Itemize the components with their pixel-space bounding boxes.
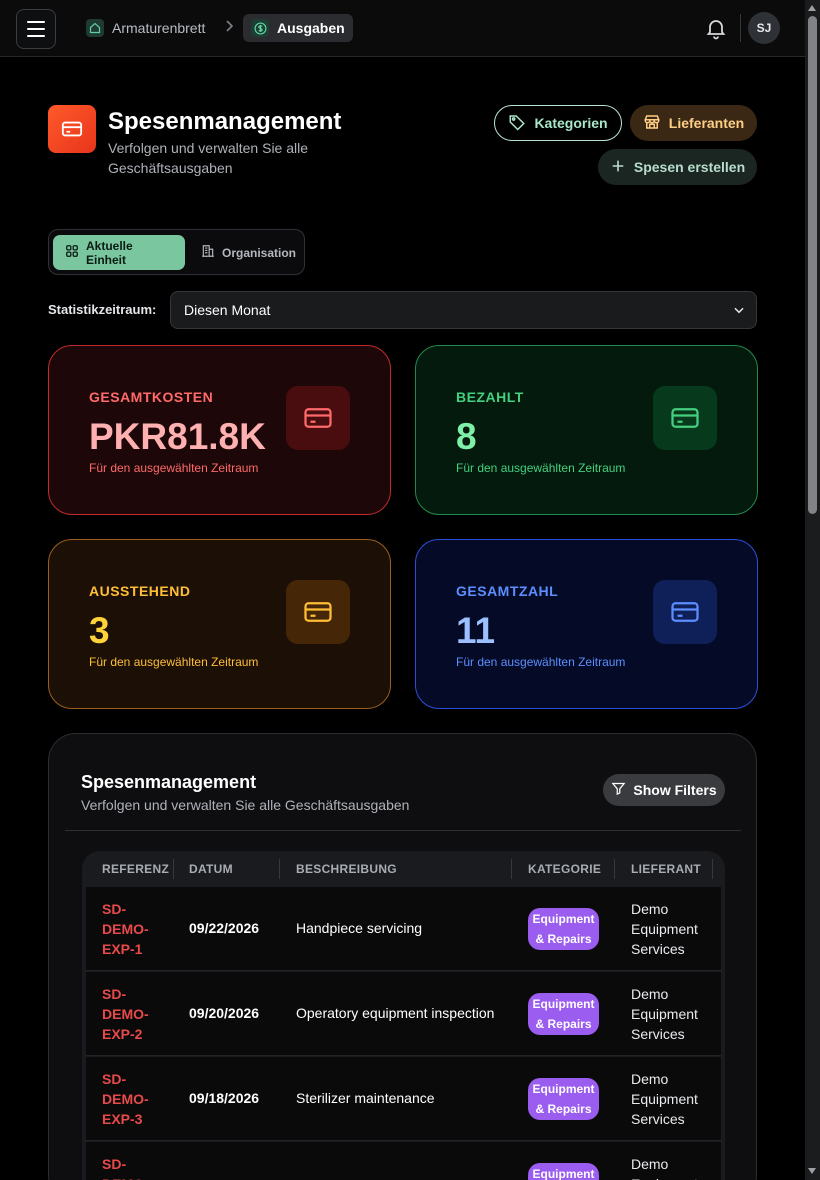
period-select[interactable]: Diesen Monat: [170, 291, 757, 329]
stat-label: BEZAHLT: [456, 389, 524, 405]
bell-icon[interactable]: [704, 16, 728, 40]
stat-caption: Für den ausgewählten Zeitraum: [456, 655, 626, 669]
panel-title: Spesenmanagement: [81, 772, 257, 792]
stat-value: 8: [456, 416, 477, 457]
top-bar: Armaturenbrett Ausgaben SJ: [0, 0, 805, 57]
category-badge: Equipment & Repairs: [528, 993, 599, 1035]
column-header-supplier[interactable]: LIEFERANT: [631, 862, 701, 876]
stat-label: AUSSTEHEND: [89, 583, 191, 599]
expenses-table: REFERENZ DATUM BESCHREIBUNG KATEGORIE LI…: [82, 851, 725, 1180]
period-value: Diesen Monat: [184, 302, 271, 318]
supplier-cell: Demo Equipment Services: [631, 901, 698, 957]
grid-icon: [65, 244, 79, 261]
supplier-cell: Demo Equipment Services: [631, 986, 698, 1042]
reference-cell[interactable]: SD-DEMO-EXP-4: [102, 1154, 162, 1180]
description-cell: Operatory equipment inspection: [296, 1005, 495, 1021]
categories-label: Kategorien: [534, 115, 608, 131]
breadcrumb-dashboard[interactable]: Armaturenbrett: [78, 14, 213, 42]
credit-card-icon: [653, 386, 717, 450]
stat-card-total-count: GESAMTZAHL 11 Für den ausgewählten Zeitr…: [415, 539, 758, 709]
table-row[interactable]: SD-DEMO-EXP-3 09/18/2026 Sterilizer main…: [86, 1057, 721, 1141]
stat-caption: Für den ausgewählten Zeitraum: [456, 461, 626, 475]
chevron-down-icon: [732, 303, 746, 320]
supplier-cell: Demo Equipment Services: [631, 1071, 698, 1127]
column-header-date[interactable]: DATUM: [189, 862, 233, 876]
reference-cell[interactable]: SD-DEMO-EXP-1: [102, 899, 162, 959]
tab-label: Organisation: [222, 245, 297, 260]
hamburger-icon: [27, 21, 45, 23]
date-cell: 09/22/2026: [189, 920, 260, 936]
scroll-thumb[interactable]: [808, 16, 817, 514]
show-filters-label: Show Filters: [633, 782, 717, 798]
reference-cell[interactable]: SD-DEMO-EXP-3: [102, 1069, 162, 1129]
column-header-category[interactable]: KATEGORIE: [528, 862, 601, 876]
description-cell: Handpiece servicing: [296, 920, 423, 936]
table-header: REFERENZ DATUM BESCHREIBUNG KATEGORIE LI…: [82, 851, 725, 887]
page-title: Spesenmanagement: [108, 108, 342, 135]
period-label: Statistikzeitraum:: [48, 302, 157, 317]
scope-toggle: Aktuelle Einheit Organisation: [48, 229, 305, 275]
category-badge: Equipment & Repairs: [528, 1163, 599, 1180]
tab-current-unit[interactable]: Aktuelle Einheit: [53, 235, 185, 270]
table-row[interactable]: SD-DEMO-EXP-4 Equipment & Repairs Demo E…: [86, 1142, 721, 1180]
supplier-cell: Demo Equipment Services: [631, 1156, 698, 1180]
show-filters-button[interactable]: Show Filters: [603, 774, 725, 806]
scroll-down-arrow-icon[interactable]: [808, 1168, 816, 1174]
stat-caption: Für den ausgewählten Zeitraum: [89, 461, 259, 475]
date-cell: 09/18/2026: [189, 1090, 260, 1106]
stat-card-pending: AUSSTEHEND 3 Für den ausgewählten Zeitra…: [48, 539, 391, 709]
stat-value: 11: [456, 610, 496, 651]
create-expense-button[interactable]: Spesen erstellen: [598, 149, 757, 185]
category-badge: Equipment & Repairs: [528, 1078, 599, 1120]
dollar-circle-icon: [251, 19, 269, 37]
building-icon: [201, 244, 215, 261]
plus-icon: [610, 158, 626, 177]
menu-button[interactable]: [16, 9, 56, 49]
category-badge: Equipment & Repairs: [528, 908, 599, 950]
filter-icon: [611, 781, 626, 799]
credit-card-icon: [48, 105, 96, 153]
date-cell: 09/20/2026: [189, 1005, 260, 1021]
suppliers-button[interactable]: Lieferanten: [630, 105, 757, 141]
stat-card-total-cost: GESAMTKOSTEN PKR81.8K Für den ausgewählt…: [48, 345, 391, 515]
scrollbar[interactable]: [805, 0, 820, 1180]
stat-value: PKR81.8K: [89, 416, 266, 457]
stat-caption: Für den ausgewählten Zeitraum: [89, 655, 259, 669]
avatar[interactable]: SJ: [748, 12, 780, 44]
categories-button[interactable]: Kategorien: [494, 105, 622, 141]
suppliers-label: Lieferanten: [668, 115, 745, 131]
create-expense-label: Spesen erstellen: [633, 159, 746, 175]
table-row[interactable]: SD-DEMO-EXP-1 09/22/2026 Handpiece servi…: [86, 887, 721, 971]
divider: [740, 14, 741, 42]
breadcrumb-expenses[interactable]: Ausgaben: [243, 14, 353, 42]
stat-label: GESAMTZAHL: [456, 583, 559, 599]
description-cell: Sterilizer maintenance: [296, 1090, 435, 1106]
tag-icon: [508, 113, 526, 134]
stat-value: 3: [89, 610, 110, 651]
expenses-panel: Spesenmanagement Verfolgen und verwalten…: [48, 733, 757, 1180]
credit-card-icon: [653, 580, 717, 644]
tab-label: Aktuelle Einheit: [86, 238, 133, 267]
column-header-description[interactable]: BESCHREIBUNG: [296, 862, 397, 876]
reference-cell[interactable]: SD-DEMO-EXP-2: [102, 984, 162, 1044]
breadcrumb-label: Ausgaben: [277, 20, 345, 36]
stat-card-paid: BEZAHLT 8 Für den ausgewählten Zeitraum: [415, 345, 758, 515]
scroll-up-arrow-icon[interactable]: [808, 5, 816, 11]
tab-organisation[interactable]: Organisation: [189, 235, 308, 270]
table-row[interactable]: SD-DEMO-EXP-2 09/20/2026 Operatory equip…: [86, 972, 721, 1056]
breadcrumb-label: Armaturenbrett: [112, 20, 206, 36]
stat-label: GESAMTKOSTEN: [89, 389, 214, 405]
store-icon: [643, 113, 661, 134]
panel-subtitle: Verfolgen und verwalten Sie alle Geschäf…: [81, 797, 410, 813]
home-icon: [86, 19, 104, 37]
divider: [65, 830, 741, 831]
credit-card-icon: [286, 580, 350, 644]
chevron-right-icon: [224, 19, 234, 36]
page-subtitle: Verfolgen und verwalten Sie alle Geschäf…: [108, 140, 309, 176]
credit-card-icon: [286, 386, 350, 450]
column-header-reference[interactable]: REFERENZ: [102, 862, 169, 876]
